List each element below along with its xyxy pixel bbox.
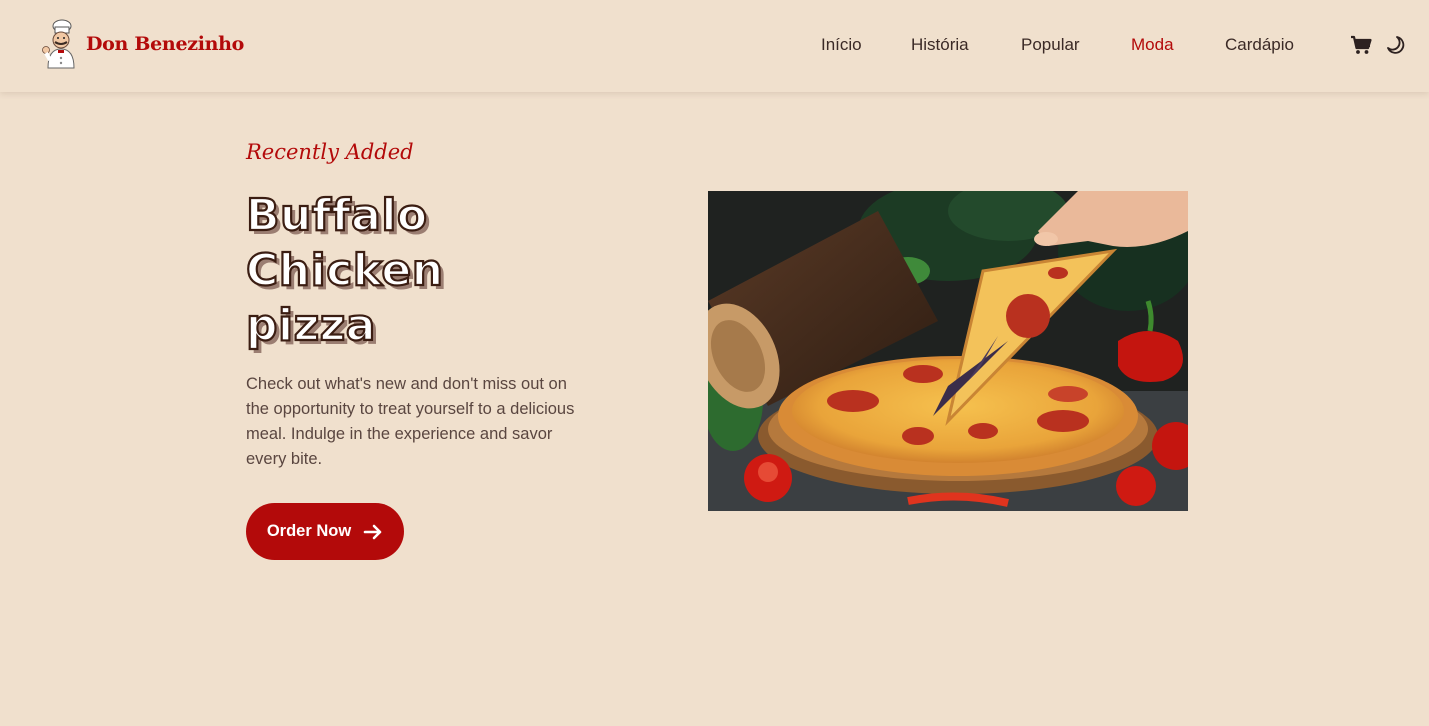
- moon-icon: [1387, 36, 1405, 54]
- chef-mascot-icon: [42, 19, 75, 69]
- site-header: Don Benezinho Início História Popular Mo…: [0, 0, 1429, 92]
- pizza-photo: [708, 191, 1188, 511]
- nav-link-cardapio[interactable]: Cardápio: [1225, 34, 1294, 56]
- nav-link-popular[interactable]: Popular: [1021, 34, 1080, 56]
- hero-title: Buffalo Chicken pizza: [245, 188, 444, 353]
- nav-link-inicio[interactable]: Início: [821, 34, 862, 56]
- brand-name: Don Benezinho: [86, 33, 245, 55]
- arrow-right-icon: [363, 524, 382, 539]
- hero-title-line: Chicken: [245, 244, 444, 297]
- hero-eyebrow: Recently Added: [246, 140, 414, 164]
- theme-toggle-button[interactable]: [1383, 33, 1407, 57]
- hero-description: Check out what's new and don't miss out …: [246, 375, 575, 468]
- nav-link-moda[interactable]: Moda: [1131, 34, 1174, 56]
- pizza-illustration: [708, 191, 1188, 511]
- nav-link-historia[interactable]: História: [911, 34, 969, 56]
- order-now-button[interactable]: Order Now: [246, 503, 404, 560]
- hero-title-line: pizza: [245, 299, 377, 352]
- cart-button[interactable]: [1349, 33, 1373, 57]
- hero-title-line: Buffalo: [245, 189, 428, 242]
- cart-icon: [1351, 35, 1372, 54]
- order-now-label: Order Now: [266, 522, 352, 540]
- brand-logo-link[interactable]: Don Benezinho: [38, 18, 244, 70]
